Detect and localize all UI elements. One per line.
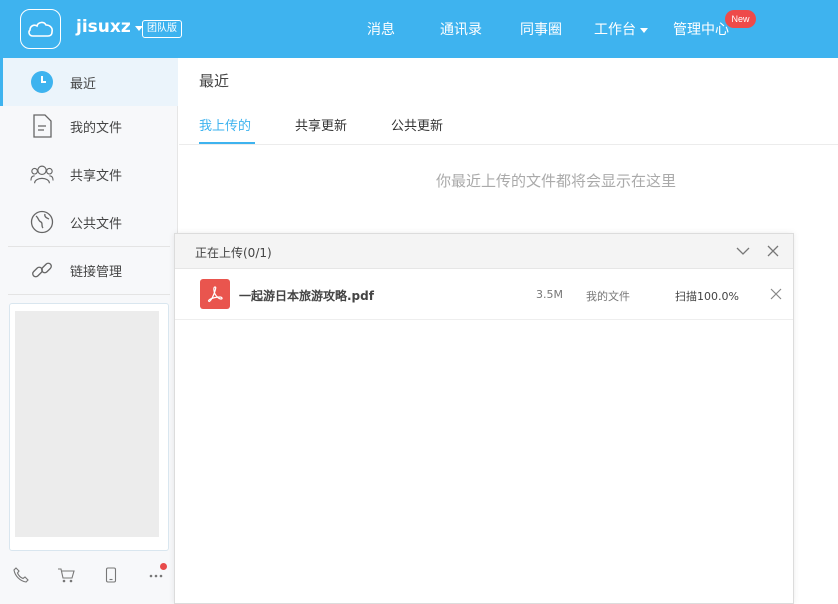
nav-workbench-label: 工作台 — [594, 22, 636, 38]
sidebar-toolbar — [0, 561, 178, 589]
page-title: 最近 — [199, 72, 230, 90]
nav-admin-center-label: 管理中心 — [673, 22, 729, 38]
sidebar-item-public-files[interactable]: 公共文件 — [0, 198, 178, 246]
ad-placeholder — [15, 311, 159, 537]
phone-icon[interactable] — [12, 566, 30, 584]
sidebar-item-my-files[interactable]: 我的文件 — [0, 102, 178, 150]
close-icon[interactable] — [765, 243, 781, 259]
cart-icon[interactable] — [57, 566, 75, 584]
collapse-chevron-icon[interactable] — [735, 243, 751, 259]
file-destination[interactable]: 我的文件 — [586, 288, 630, 304]
sidebar-item-label: 共享文件 — [70, 168, 123, 184]
nav-colleagues-label: 同事圈 — [520, 22, 562, 38]
tab-shared-updates[interactable]: 共享更新 — [295, 115, 347, 134]
new-badge: New — [725, 10, 756, 28]
sidebar-item-label: 我的文件 — [70, 120, 123, 136]
nav-contacts[interactable]: 通讯录 — [440, 19, 482, 39]
sidebar: 最近 我的文件 共享文件 公共文件 链接管理 — [0, 58, 178, 604]
tab-my-uploads[interactable]: 我上传的 — [199, 115, 251, 134]
tab-public-updates[interactable]: 公共更新 — [391, 115, 443, 134]
sidebar-item-label: 链接管理 — [70, 264, 123, 280]
pdf-icon — [200, 279, 230, 309]
sidebar-item-label: 最近 — [70, 76, 97, 92]
nav-messages[interactable]: 消息 — [367, 19, 395, 39]
sidebar-ad-card — [9, 303, 169, 551]
team-name: jisuxz — [76, 17, 131, 37]
team-switcher[interactable]: jisuxz — [76, 17, 143, 37]
nav-contacts-label: 通讯录 — [440, 22, 482, 38]
nav-workbench[interactable]: 工作台 — [594, 19, 648, 39]
upload-panel-title: 正在上传(0/1) — [195, 246, 272, 260]
upload-status: 扫描100.0% — [675, 290, 739, 303]
nav-admin-center[interactable]: 管理中心 — [673, 19, 729, 39]
link-icon — [30, 258, 54, 282]
edition-badge: 团队版 — [142, 20, 182, 38]
upload-panel: 正在上传(0/1) 一起游日本旅游攻略.pdf 3.5M 我的文件 扫描100.… — [174, 233, 794, 604]
sidebar-divider — [8, 294, 170, 295]
notification-dot — [160, 563, 167, 570]
globe-icon — [30, 210, 54, 234]
mobile-icon[interactable] — [102, 566, 120, 584]
caret-down-icon — [640, 27, 648, 33]
cloud-logo-icon[interactable] — [20, 9, 61, 49]
remove-file-icon[interactable] — [769, 287, 783, 301]
empty-state-message: 你最近上传的文件都将会显示在这里 — [436, 172, 677, 190]
upload-panel-header: 正在上传(0/1) — [175, 234, 793, 269]
upload-file-row: 一起游日本旅游攻略.pdf 3.5M 我的文件 扫描100.0% — [175, 270, 793, 320]
sidebar-item-label: 公共文件 — [70, 216, 123, 232]
nav-messages-label: 消息 — [367, 22, 395, 38]
sidebar-item-shared-files[interactable]: 共享文件 — [0, 150, 178, 198]
tab-bar: 我上传的 共享更新 公共更新 — [179, 103, 838, 145]
file-size: 3.5M — [536, 288, 563, 301]
users-icon — [30, 162, 54, 186]
top-bar: jisuxz 团队版 消息 通讯录 同事圈 工作台 管理中心 New — [0, 0, 838, 58]
sidebar-item-recent[interactable]: 最近 — [0, 58, 178, 106]
clock-icon — [30, 70, 54, 94]
sidebar-item-link-management[interactable]: 链接管理 — [0, 246, 178, 294]
document-icon — [30, 114, 54, 138]
active-tab-indicator — [199, 142, 255, 144]
nav-colleagues[interactable]: 同事圈 — [520, 19, 562, 39]
file-name: 一起游日本旅游攻略.pdf — [239, 289, 374, 303]
